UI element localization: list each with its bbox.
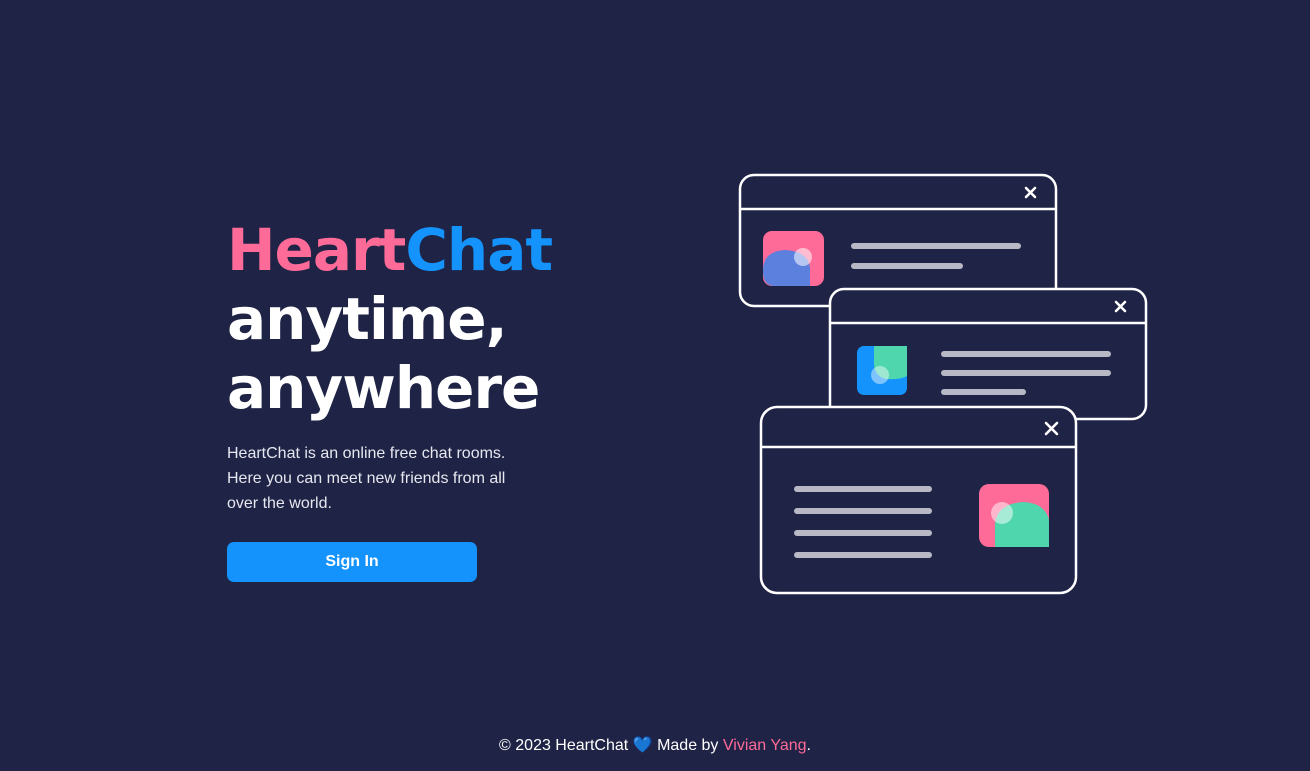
- footer: © 2023 HeartChat 💙 Made by Vivian Yang.: [0, 736, 1310, 756]
- brand-heart-text: Heart: [227, 216, 406, 284]
- footer-period: .: [806, 737, 811, 754]
- copyright-text: © 2023 HeartChat: [499, 737, 629, 754]
- chat-window-bottom: [759, 405, 1078, 595]
- author-link[interactable]: Vivian Yang: [723, 737, 807, 754]
- hero-section: HeartChat anytime, anywhere HeartChat is…: [227, 216, 567, 582]
- brand-name: HeartChat: [227, 216, 553, 285]
- made-by-text: Made by: [657, 737, 719, 754]
- avatar-icon: [763, 231, 824, 286]
- headline-line-2: anytime,: [227, 285, 508, 353]
- headline-line-3: anywhere: [227, 354, 540, 422]
- brand-chat-text: Chat: [405, 216, 553, 284]
- headline: HeartChat anytime, anywhere: [227, 216, 567, 423]
- chat-window-top: [738, 173, 1058, 308]
- avatar-icon: [857, 346, 907, 395]
- chat-window-middle: [828, 287, 1148, 421]
- sign-in-button[interactable]: Sign In: [227, 542, 477, 582]
- description-text: HeartChat is an online free chat rooms. …: [227, 445, 506, 512]
- chat-windows-illustration: [738, 173, 1148, 595]
- heart-icon: 💙: [632, 737, 653, 754]
- avatar-icon: [979, 484, 1049, 547]
